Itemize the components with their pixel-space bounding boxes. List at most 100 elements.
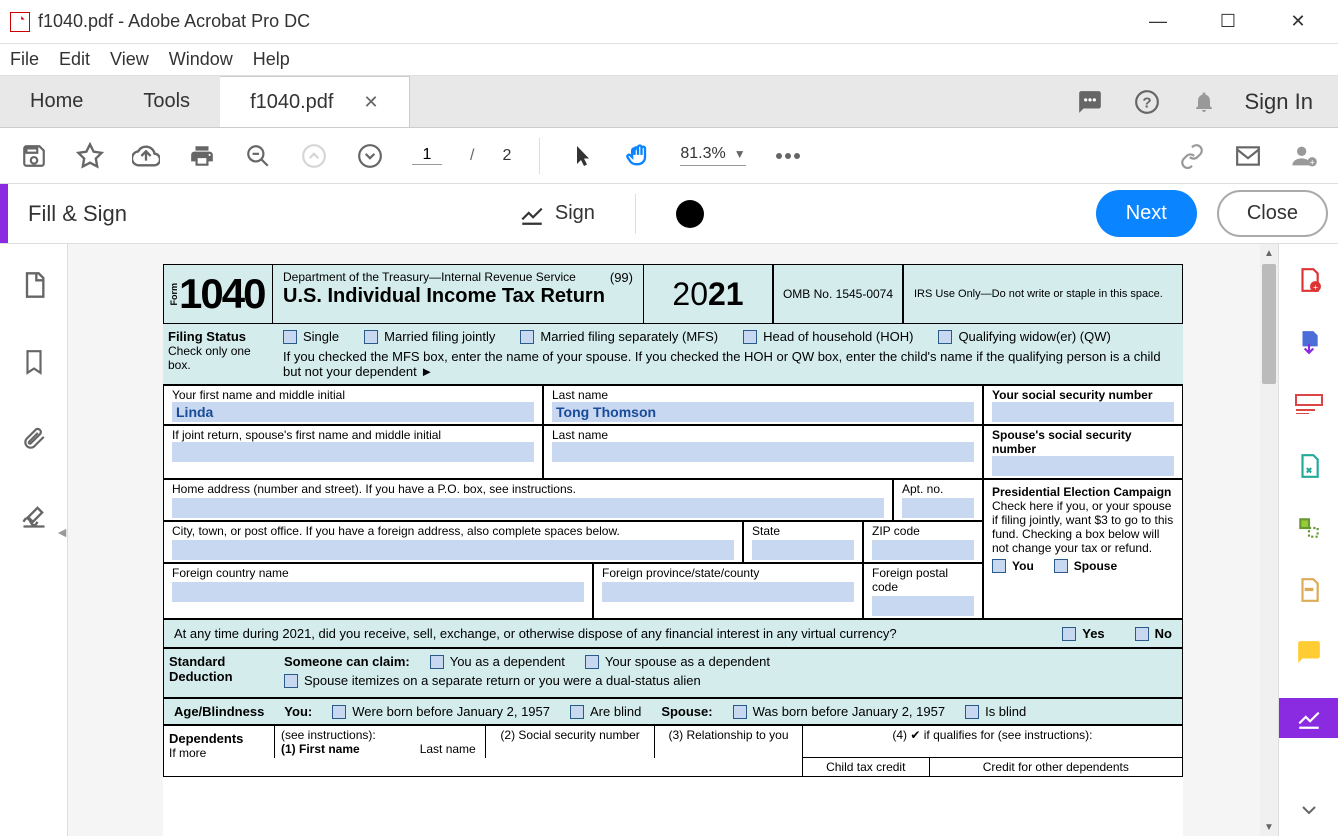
sign-button[interactable]: Sign: [519, 201, 595, 227]
color-picker[interactable]: [676, 200, 704, 228]
checkbox-you-dependent[interactable]: You as a dependent: [430, 654, 565, 669]
comments-icon[interactable]: [1074, 86, 1106, 118]
cloud-icon[interactable]: [132, 142, 160, 170]
zip-input[interactable]: [872, 540, 974, 560]
foreign-prov-input[interactable]: [602, 582, 854, 602]
tab-tools[interactable]: Tools: [113, 76, 220, 127]
scroll-down-icon[interactable]: ▼: [1260, 818, 1278, 836]
expand-tools-icon[interactable]: [1293, 794, 1325, 826]
dep-col1: (1) First name: [281, 742, 360, 756]
state-input[interactable]: [752, 540, 854, 560]
ssn-input[interactable]: [992, 402, 1174, 422]
checkbox-mfj[interactable]: Married filing jointly: [364, 329, 495, 344]
close-button[interactable]: Close: [1217, 190, 1328, 237]
fillsign-tool-icon[interactable]: [1279, 698, 1338, 738]
home-address-input[interactable]: [172, 498, 884, 518]
comment-tool-icon[interactable]: [1293, 636, 1325, 668]
vertical-scrollbar[interactable]: ▲ ▼: [1260, 244, 1278, 836]
foreign-country-input[interactable]: [172, 582, 584, 602]
bookmarks-icon[interactable]: [18, 346, 50, 378]
toolbar-separator: [539, 138, 540, 174]
menu-file[interactable]: File: [10, 49, 39, 70]
tab-document[interactable]: f1040.pdf ✕: [220, 76, 410, 127]
signin-button[interactable]: Sign In: [1245, 89, 1314, 115]
right-rail: +: [1278, 244, 1338, 836]
star-icon[interactable]: [76, 142, 104, 170]
checkbox-spouse-blind[interactable]: Is blind: [965, 704, 1026, 719]
page-up-icon[interactable]: [300, 142, 328, 170]
menu-window[interactable]: Window: [169, 49, 233, 70]
checkbox-hoh[interactable]: Head of household (HOH): [743, 329, 913, 344]
city-label: City, town, or post office. If you have …: [172, 524, 734, 538]
scrollbar-thumb[interactable]: [1262, 264, 1276, 384]
redact-icon[interactable]: [1293, 574, 1325, 606]
checkbox-you-blind[interactable]: Are blind: [570, 704, 641, 719]
tab-close-icon[interactable]: ✕: [363, 92, 378, 113]
pdf-icon: [10, 12, 30, 32]
export-pdf-icon[interactable]: [1293, 326, 1325, 358]
menu-edit[interactable]: Edit: [59, 49, 90, 70]
spouse-first-input[interactable]: [172, 442, 534, 462]
zoom-value[interactable]: 81.3%: [680, 145, 725, 163]
city-input[interactable]: [172, 540, 734, 560]
save-icon[interactable]: [20, 142, 48, 170]
checkbox-pec-spouse[interactable]: Spouse: [1054, 559, 1117, 573]
collapse-left-rail-icon[interactable]: ◄: [55, 524, 69, 540]
checkbox-mfs[interactable]: Married filing separately (MFS): [520, 329, 718, 344]
spouse-ssn-input[interactable]: [992, 456, 1174, 476]
hand-tool-icon[interactable]: [624, 142, 652, 170]
zoom-dropdown-icon[interactable]: ▼: [734, 147, 746, 161]
age-you-label: You:: [284, 704, 312, 719]
form-department: Department of the Treasury—Internal Reve…: [283, 270, 576, 285]
first-name-input[interactable]: Linda: [172, 402, 534, 422]
zip-label: ZIP code: [872, 524, 974, 538]
apt-input[interactable]: [902, 498, 974, 518]
bell-icon[interactable]: [1188, 86, 1220, 118]
checkbox-vc-yes[interactable]: Yes: [1062, 626, 1104, 641]
last-name-input[interactable]: Tong Thomson: [552, 402, 974, 422]
dep-col1b: Last name: [420, 742, 476, 756]
maximize-button[interactable]: ☐: [1208, 7, 1248, 37]
minimize-button[interactable]: —: [1138, 7, 1178, 37]
tab-home[interactable]: Home: [0, 76, 113, 127]
edit-pdf-icon[interactable]: [1293, 388, 1325, 420]
checkbox-pec-you[interactable]: You: [992, 559, 1034, 573]
share-person-icon[interactable]: +: [1290, 142, 1318, 170]
menu-help[interactable]: Help: [253, 49, 290, 70]
next-button[interactable]: Next: [1096, 190, 1197, 237]
state-label: State: [752, 524, 854, 538]
checkbox-spouse-born[interactable]: Was born before January 2, 1957: [733, 704, 945, 719]
organize-pages-icon[interactable]: [1293, 450, 1325, 482]
checkbox-spouse-itemizes[interactable]: Spouse itemizes on a separate return or …: [284, 673, 701, 688]
link-icon[interactable]: [1178, 142, 1206, 170]
tab-document-label: f1040.pdf: [250, 91, 333, 114]
checkbox-qw[interactable]: Qualifying widow(er) (QW): [938, 329, 1110, 344]
page-down-icon[interactable]: [356, 142, 384, 170]
spouse-last-input[interactable]: [552, 442, 974, 462]
print-icon[interactable]: [188, 142, 216, 170]
checkbox-single[interactable]: Single: [283, 329, 339, 344]
thumbnails-icon[interactable]: [18, 269, 50, 301]
signatures-icon[interactable]: [18, 500, 50, 532]
create-pdf-icon[interactable]: +: [1293, 264, 1325, 296]
foreign-postal-input[interactable]: [872, 596, 974, 616]
page-current-input[interactable]: [412, 146, 442, 165]
search-icon[interactable]: [244, 142, 272, 170]
scroll-up-icon[interactable]: ▲: [1260, 244, 1278, 262]
close-window-button[interactable]: ✕: [1278, 7, 1318, 37]
selection-tool-icon[interactable]: [568, 142, 596, 170]
more-tools-icon[interactable]: [774, 142, 802, 170]
menu-view[interactable]: View: [110, 49, 149, 70]
checkbox-vc-no[interactable]: No: [1135, 626, 1172, 641]
checkbox-spouse-dependent[interactable]: Your spouse as a dependent: [585, 654, 770, 669]
form-label-vertical: Form: [169, 283, 179, 306]
email-icon[interactable]: [1234, 142, 1262, 170]
help-icon[interactable]: ?: [1131, 86, 1163, 118]
compress-icon[interactable]: [1293, 512, 1325, 544]
dep-col4b: Credit for other dependents: [929, 758, 1182, 776]
document-viewport[interactable]: Form 1040 Department of the Treasury—Int…: [68, 244, 1278, 836]
dep-col3: (3) Relationship to you: [654, 726, 802, 758]
attachments-icon[interactable]: [18, 423, 50, 455]
form-header: Form 1040 Department of the Treasury—Int…: [163, 264, 1183, 324]
checkbox-you-born[interactable]: Were born before January 2, 1957: [332, 704, 550, 719]
